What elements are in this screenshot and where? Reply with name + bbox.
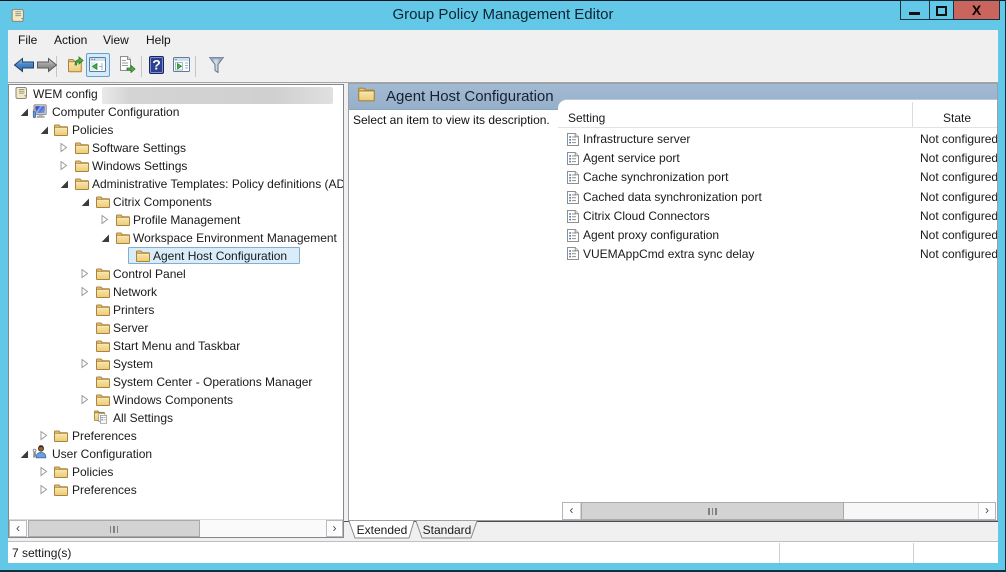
- svg-text:Standard: Standard: [423, 523, 472, 537]
- svg-text:Extended: Extended: [357, 523, 408, 537]
